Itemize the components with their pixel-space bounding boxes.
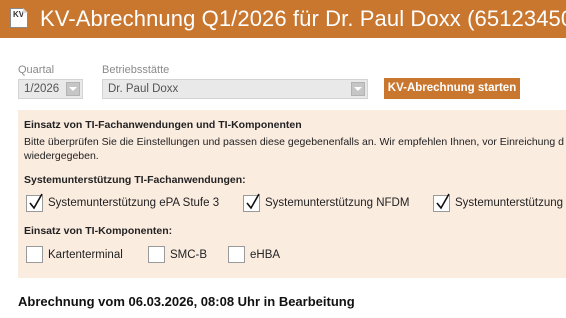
title-bar: KV KV-Abrechnung Q1/2026 für Dr. Paul Do… (0, 0, 566, 38)
start-kv-abrechnung-button[interactable]: KV-Abrechnung starten (384, 78, 520, 99)
nfdm-checkbox[interactable] (243, 193, 260, 212)
chevron-down-icon[interactable] (351, 82, 365, 96)
third-system-label[interactable]: Systemunterstützung (455, 197, 563, 209)
betriebsstaette-select[interactable]: Dr. Paul Doxx (102, 79, 368, 99)
betriebsstaette-label: Betriebsstätte (102, 64, 170, 76)
ehba-checkbox[interactable] (228, 246, 245, 263)
betriebsstaette-select-value: Dr. Paul Doxx (108, 83, 179, 95)
checkmark-icon (29, 193, 43, 210)
smc-b-label[interactable]: SMC-B (170, 249, 207, 261)
ehba-label[interactable]: eHBA (250, 249, 280, 261)
epa-stufe3-checkbox[interactable] (26, 193, 43, 212)
nfdm-label[interactable]: Systemunterstützung NFDM (265, 197, 409, 209)
checkmark-icon (246, 193, 260, 210)
chevron-down-icon[interactable] (66, 82, 80, 96)
quartal-label: Quartal (18, 64, 55, 76)
komponenten-heading: Einsatz von TI-Komponenten: (24, 225, 173, 237)
ti-settings-panel: Einsatz von TI-Fachanwendungen und TI-Ko… (18, 110, 566, 278)
fachanwendungen-heading: Systemunterstützung TI-Fachanwendungen: (24, 174, 246, 186)
quartal-select[interactable]: 1/2026 (18, 79, 83, 99)
quartal-select-value: 1/2026 (24, 83, 60, 95)
window-title: KV-Abrechnung Q1/2026 für Dr. Paul Doxx … (40, 6, 566, 31)
ti-panel-description-line1: Bitte überprüfen Sie die Einstellungen u… (24, 136, 564, 148)
checkmark-icon (436, 193, 450, 210)
ti-panel-heading: Einsatz von TI-Fachanwendungen und TI-Ko… (24, 119, 302, 131)
smc-b-checkbox[interactable] (148, 246, 165, 263)
ti-panel-description-line2: wiedergegeben. (24, 150, 99, 162)
kv-document-icon: KV (10, 8, 28, 28)
kartenterminal-label[interactable]: Kartenterminal (48, 249, 123, 261)
epa-stufe3-label[interactable]: Systemunterstützung ePA Stufe 3 (48, 197, 219, 209)
third-system-checkbox[interactable] (433, 193, 450, 212)
abrechnung-status-text: Abrechnung vom 06.03.2026, 08:08 Uhr in … (18, 294, 355, 309)
kartenterminal-checkbox[interactable] (26, 246, 43, 263)
